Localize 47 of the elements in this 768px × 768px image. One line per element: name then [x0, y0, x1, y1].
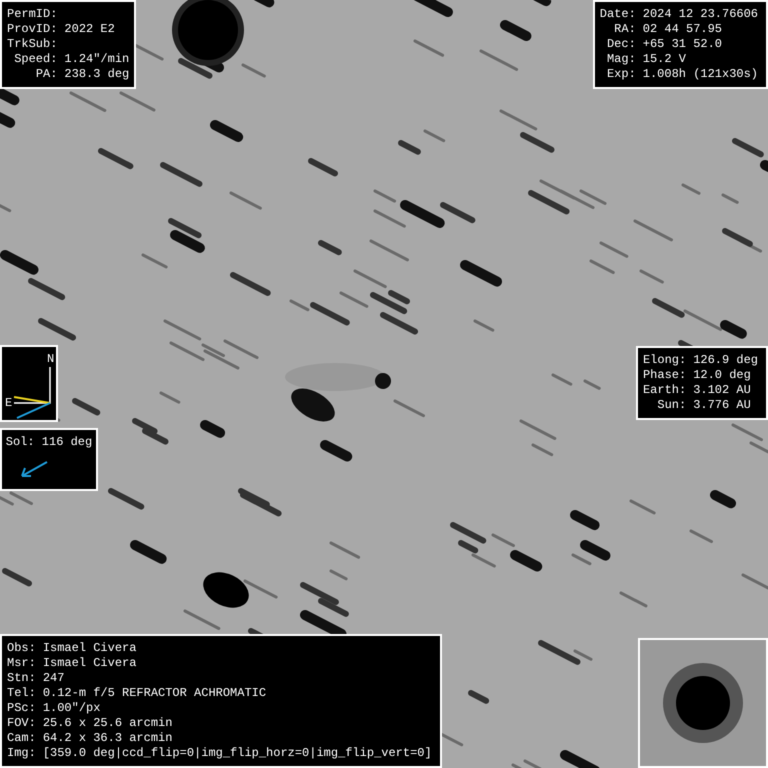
east-label: E — [5, 396, 12, 410]
field-label: Obs: — [7, 641, 36, 656]
field-label: FOV: — [7, 716, 36, 731]
field-label: Tel: — [7, 686, 36, 701]
field-value: +65 31 52.0 — [642, 37, 723, 52]
north-label: N — [47, 352, 54, 366]
field-value: 25.6 x 25.6 arcmin — [42, 716, 174, 731]
field-label: TrkSub: — [7, 37, 58, 52]
field-label: Img: — [7, 746, 36, 761]
field-value: 1.008h (121x30s) — [642, 67, 758, 82]
north-east-axes — [14, 367, 51, 404]
sun-angle-text: Sol: 116 deg — [6, 435, 92, 450]
field-label: Earth: — [642, 383, 686, 398]
field-label: Speed: — [13, 52, 58, 67]
field-value: 64.2 x 36.3 arcmin — [42, 731, 174, 746]
field-value: Ismael Civera — [42, 656, 138, 671]
field-value: 2022 E2 — [64, 22, 116, 37]
field-label: Dec: — [606, 37, 636, 52]
field-value: 0.12-m f/5 REFRACTOR ACHROMATIC — [42, 686, 268, 701]
field-label: ProvID: — [7, 22, 58, 37]
field-label: Msr: — [7, 656, 36, 671]
field-label: PSc: — [7, 701, 36, 716]
field-value: 238.3 deg — [64, 67, 130, 82]
field-label: RA: — [613, 22, 636, 37]
field-value: [359.0 deg|ccd_flip=0|img_flip_horz=0|img_flip_vert=0] — [42, 746, 432, 761]
field-value: 1.24"/min — [64, 52, 130, 67]
field-value: 3.102 AU — [693, 383, 752, 398]
sun-arrow-icon — [19, 460, 49, 480]
field-label: Date: — [600, 7, 636, 22]
field-label: Elong: — [642, 353, 686, 368]
field-label: PermID: — [7, 7, 58, 22]
field-value: 126.9 deg — [693, 353, 758, 368]
field-value: 15.2 V — [642, 52, 687, 67]
field-value: 3.776 AU — [693, 398, 752, 413]
field-label: Mag: — [606, 52, 636, 67]
field-value: 1.00"/px — [42, 701, 102, 716]
field-label: Stn: — [7, 671, 36, 686]
field-label: Cam: — [7, 731, 36, 746]
field-value: 12.0 deg — [693, 368, 752, 383]
field-label: Phase: — [642, 368, 686, 383]
field-label: Sun: — [656, 398, 686, 413]
field-value: 247 — [42, 671, 66, 686]
field-value: Ismael Civera — [42, 641, 138, 656]
field-value: 2024 12 23.76606 — [642, 7, 758, 22]
field-label: PA: — [34, 67, 58, 82]
field-label: Exp: — [606, 67, 636, 82]
field-value: 02 44 57.95 — [642, 22, 723, 37]
